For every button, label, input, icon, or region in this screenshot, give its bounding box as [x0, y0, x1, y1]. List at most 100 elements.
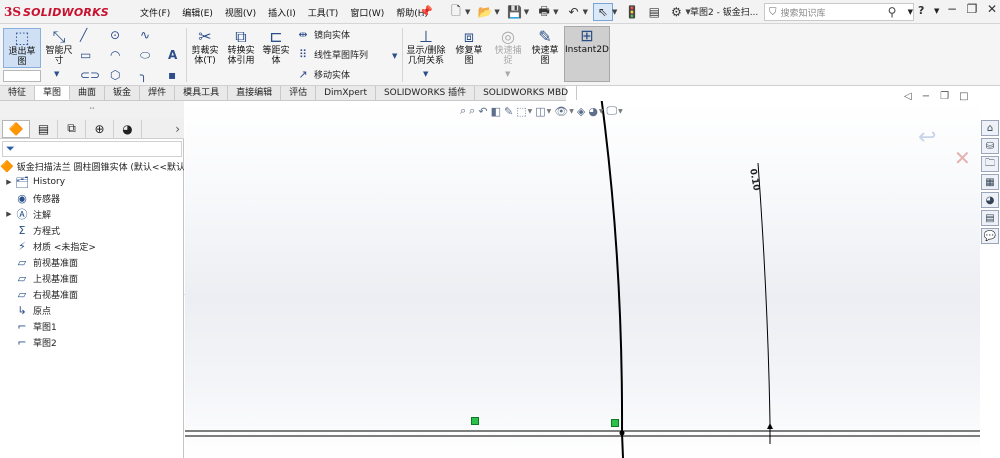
dropdown-icon[interactable]: ▼: [547, 108, 552, 115]
dynamic-annotation-icon[interactable]: ✎: [504, 105, 513, 118]
print-dropdown-icon[interactable]: ▼: [553, 8, 558, 16]
display-style-icon[interactable]: ◫: [535, 105, 545, 118]
tree-filter[interactable]: ⏷: [2, 141, 182, 157]
tree-item-equations[interactable]: Σ 方程式: [0, 222, 184, 238]
sketch-point[interactable]: [619, 430, 625, 436]
file-properties-icon[interactable]: ▤: [644, 3, 664, 21]
tab-weldments[interactable]: 焊件: [140, 86, 176, 100]
rapid-sketch-button[interactable]: ✎ 快速草 图: [528, 28, 562, 67]
relation-marker[interactable]: [611, 419, 619, 427]
search-box[interactable]: ⛉ 搜索知识库 ⚲ ▼: [764, 3, 914, 21]
help-icon[interactable]: ?: [918, 4, 924, 17]
solidworks-logo[interactable]: 3S SOLIDWORKS: [4, 3, 109, 21]
smart-dim-dropdown-icon[interactable]: ▼: [54, 70, 59, 78]
cancel-sketch-icon[interactable]: ✕: [954, 146, 971, 170]
linear-pattern-button[interactable]: ⠿ 线性草图阵列: [296, 48, 368, 61]
apply-scene-icon[interactable]: ◕: [588, 105, 598, 118]
section-view-icon[interactable]: ◧: [491, 105, 501, 118]
custom-properties-icon[interactable]: ▤: [981, 210, 999, 226]
search-icon[interactable]: ⚲: [888, 5, 904, 19]
graphics-close-icon[interactable]: □: [959, 91, 968, 102]
fillet-icon[interactable]: ╮: [140, 68, 147, 82]
tree-item-top-plane[interactable]: ▱ 上视基准面: [0, 270, 184, 286]
view-settings-icon[interactable]: 🖵: [607, 104, 618, 118]
open-dropdown-icon[interactable]: ▼: [494, 8, 499, 16]
solidworks-resources-icon[interactable]: ⌂: [981, 120, 999, 136]
zoom-to-fit-icon[interactable]: ⌕: [460, 104, 466, 118]
display-manager-tab-icon[interactable]: ◕: [114, 119, 142, 138]
view-palette-icon[interactable]: ▦: [981, 174, 999, 190]
tab-evaluate[interactable]: 评估: [281, 86, 317, 100]
save-icon[interactable]: 💾: [505, 3, 525, 21]
confirm-corner-icon[interactable]: ↩: [918, 125, 936, 150]
open-icon[interactable]: 📂: [475, 3, 495, 21]
options-gear-icon[interactable]: ⚙: [666, 3, 686, 21]
select-pointer-icon[interactable]: ⇖: [592, 3, 613, 21]
panel-grip[interactable]: ⠒: [0, 101, 184, 119]
tree-item-sketch1[interactable]: ⌐ 草图1: [0, 318, 184, 334]
pattern-dropdown-icon[interactable]: ▼: [392, 52, 397, 60]
graphics-area[interactable]: [185, 101, 980, 458]
tree-item-sensors[interactable]: ◉ 传感器: [0, 190, 184, 206]
tab-solidworks-addins[interactable]: SOLIDWORKS 插件: [376, 86, 476, 100]
tab-surfaces[interactable]: 曲面: [70, 86, 106, 100]
display-delete-relations-button[interactable]: ⊥ 显示/删除 几何关系: [404, 28, 448, 67]
rebuild-icon[interactable]: 🚦: [622, 3, 642, 21]
print-icon[interactable]: 🖶: [534, 3, 554, 21]
undo-icon[interactable]: ↶: [564, 3, 584, 21]
relation-marker[interactable]: [471, 417, 479, 425]
tree-item-right-plane[interactable]: ▱ 右视基准面: [0, 286, 184, 302]
move-entities-button[interactable]: ↗ 移动实体: [296, 68, 350, 81]
menu-window[interactable]: 窗口(W): [344, 6, 390, 19]
ellipse-icon[interactable]: ⬭: [140, 48, 150, 63]
tree-item-sketch2[interactable]: ⌐ 草图2: [0, 334, 184, 350]
chevron-right-icon[interactable]: ›: [175, 122, 180, 136]
tree-root[interactable]: 🔶 钣金扫描法兰 圆柱圆锥实体 (默认<<默认: [0, 158, 184, 174]
text-icon[interactable]: A: [168, 48, 177, 62]
line-icon[interactable]: ╱: [80, 28, 87, 42]
dimxpert-manager-tab-icon[interactable]: ⊕: [86, 119, 114, 138]
search-scope-icon[interactable]: ⛉: [769, 7, 777, 18]
arc-icon[interactable]: ◠: [110, 48, 120, 62]
expand-arrow-icon[interactable]: ▶: [4, 210, 14, 218]
undo-dropdown-icon[interactable]: ▼: [583, 8, 588, 16]
help-dropdown-icon[interactable]: ▼: [934, 7, 939, 15]
appearances-icon[interactable]: ◕: [981, 192, 999, 208]
convert-entities-button[interactable]: ⧉ 转换实 体引用: [224, 28, 258, 67]
menu-view[interactable]: 视图(V): [219, 6, 262, 19]
new-document-icon[interactable]: 🗋: [446, 3, 466, 21]
pin-icon[interactable]: 📌: [419, 5, 433, 18]
tree-item-origin[interactable]: ↳ 原点: [0, 302, 184, 318]
quick-snaps-button[interactable]: ◎ 快速捕 捉: [490, 28, 526, 67]
menu-file[interactable]: 文件(F): [134, 6, 176, 19]
graphics-restore-icon[interactable]: ❐: [940, 91, 949, 102]
filter-icon[interactable]: ⏷: [6, 142, 15, 156]
tab-sheet-metal[interactable]: 钣金: [105, 86, 141, 100]
expand-arrow-icon[interactable]: ▶: [4, 178, 14, 186]
circle-icon[interactable]: ⊙: [110, 28, 120, 42]
tab-direct-editing[interactable]: 直接编辑: [228, 86, 282, 100]
dropdown-icon[interactable]: ▼: [618, 108, 623, 115]
tree-item-front-plane[interactable]: ▱ 前视基准面: [0, 254, 184, 270]
tab-features[interactable]: 特征: [0, 86, 36, 100]
trim-entities-button[interactable]: ✂ 剪裁实 体(T): [188, 28, 222, 67]
slot-icon[interactable]: ⊂⊃: [80, 68, 100, 82]
search-dropdown-icon[interactable]: ▼: [908, 8, 913, 16]
save-dropdown-icon[interactable]: ▼: [524, 8, 529, 16]
hide-show-items-icon[interactable]: 👁: [554, 105, 568, 118]
tab-solidworks-mbd[interactable]: SOLIDWORKS MBD: [475, 86, 578, 100]
feature-manager-tab-icon[interactable]: 🔶: [2, 119, 30, 138]
exit-sketch-dropdown[interactable]: [3, 70, 41, 82]
tree-item-material[interactable]: ⚡ 材质 <未指定>: [0, 238, 184, 254]
quick-snaps-dropdown-icon[interactable]: ▼: [505, 70, 510, 78]
zoom-to-area-icon[interactable]: ⌕: [469, 104, 475, 118]
polygon-icon[interactable]: ⬡: [110, 68, 120, 82]
dropdown-icon[interactable]: ▼: [528, 108, 533, 115]
mirror-entities-button[interactable]: ⇹ 镜向实体: [296, 28, 350, 41]
exit-sketch-button[interactable]: ⬚ 退出草 图: [3, 28, 41, 68]
spline-icon[interactable]: ∿: [140, 28, 150, 42]
sketch-curve[interactable]: [599, 101, 624, 458]
minimize-icon[interactable]: −: [944, 2, 960, 16]
offset-entities-button[interactable]: ⊏ 等距实 体: [260, 28, 292, 67]
menu-insert[interactable]: 插入(I): [262, 6, 302, 19]
